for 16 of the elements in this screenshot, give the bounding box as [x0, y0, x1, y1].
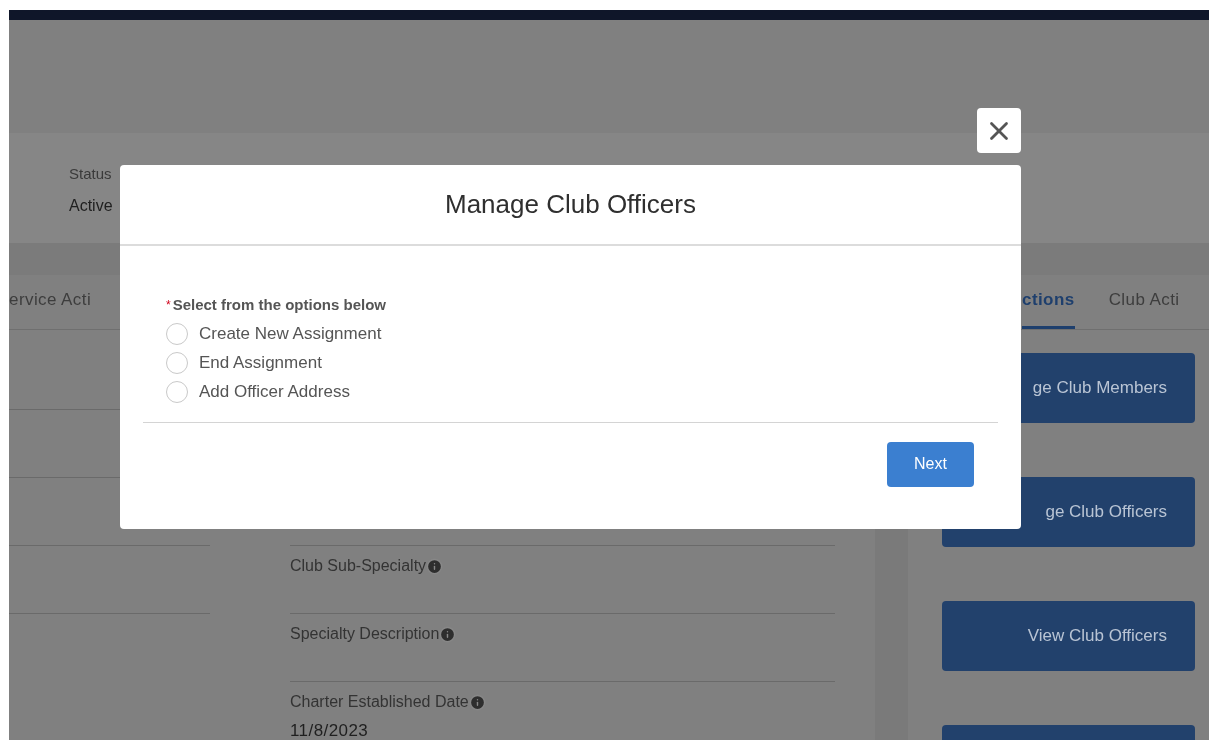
close-button[interactable]	[977, 108, 1021, 153]
field-label: Club Sub-Specialty	[290, 556, 427, 576]
next-button[interactable]: Next	[887, 441, 974, 487]
modal-title: Manage Club Officers	[445, 188, 696, 221]
required-asterisk: *	[166, 297, 171, 315]
field-label: Specialty Description	[290, 624, 440, 644]
radio-option[interactable]: Create New Assignment	[166, 319, 975, 349]
field-value: 11/8/2023	[290, 720, 370, 740]
info-icon	[468, 693, 486, 711]
status-value: Active	[69, 195, 113, 216]
action-button[interactable]: View Club Officers	[942, 601, 1195, 671]
info-icon	[439, 625, 457, 643]
question-label: Select from the options below	[172, 295, 387, 315]
info-icon	[426, 557, 444, 575]
status-label: Status	[69, 164, 112, 184]
field-label: Charter Established Date	[290, 692, 469, 712]
